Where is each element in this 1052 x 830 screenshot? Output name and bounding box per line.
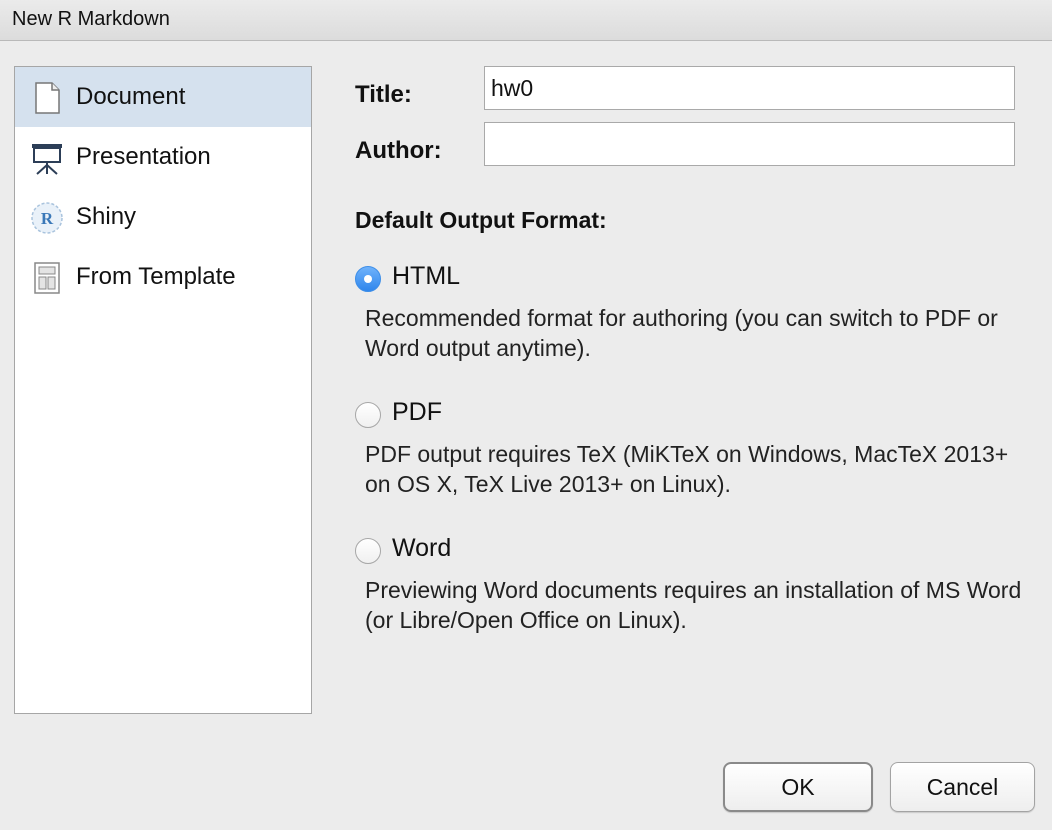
svg-text:R: R	[41, 209, 54, 228]
template-icon	[30, 261, 64, 295]
author-label: Author:	[355, 137, 442, 164]
presentation-icon	[30, 141, 64, 175]
shiny-icon: R	[30, 201, 64, 235]
ok-button[interactable]: OK	[723, 762, 873, 812]
cancel-button[interactable]: Cancel	[890, 762, 1035, 812]
word-radio[interactable]	[355, 538, 381, 564]
sidebar-item-label: Document	[76, 83, 186, 110]
document-icon	[30, 81, 64, 115]
author-input[interactable]	[484, 122, 1015, 166]
template-type-list: Document Presentation R Shiny From Templ…	[14, 66, 312, 714]
sidebar-item-shiny[interactable]: R Shiny	[15, 187, 311, 247]
word-radio-label[interactable]: Word	[392, 534, 451, 563]
window-title: New R Markdown	[12, 8, 170, 30]
sidebar-item-document[interactable]: Document	[15, 67, 311, 127]
word-description: Previewing Word documents requires an in…	[365, 577, 1022, 633]
pdf-radio[interactable]	[355, 402, 381, 428]
pdf-radio-label[interactable]: PDF	[392, 398, 442, 427]
sidebar-item-from-template[interactable]: From Template	[15, 247, 311, 307]
html-radio-label[interactable]: HTML	[392, 262, 460, 291]
title-bar: New R Markdown	[0, 0, 1052, 41]
title-label: Title:	[355, 81, 412, 108]
html-description: Recommended format for authoring (you ca…	[365, 305, 998, 361]
pdf-description: PDF output requires TeX (MiKTeX on Windo…	[365, 441, 1009, 497]
sidebar-item-label: Shiny	[76, 203, 137, 230]
title-input[interactable]	[484, 66, 1015, 110]
default-output-format-heading: Default Output Format:	[355, 207, 607, 233]
sidebar-item-label: Presentation	[76, 143, 211, 170]
html-radio[interactable]	[355, 266, 381, 292]
sidebar-item-label: From Template	[76, 263, 236, 290]
sidebar-item-presentation[interactable]: Presentation	[15, 127, 311, 187]
